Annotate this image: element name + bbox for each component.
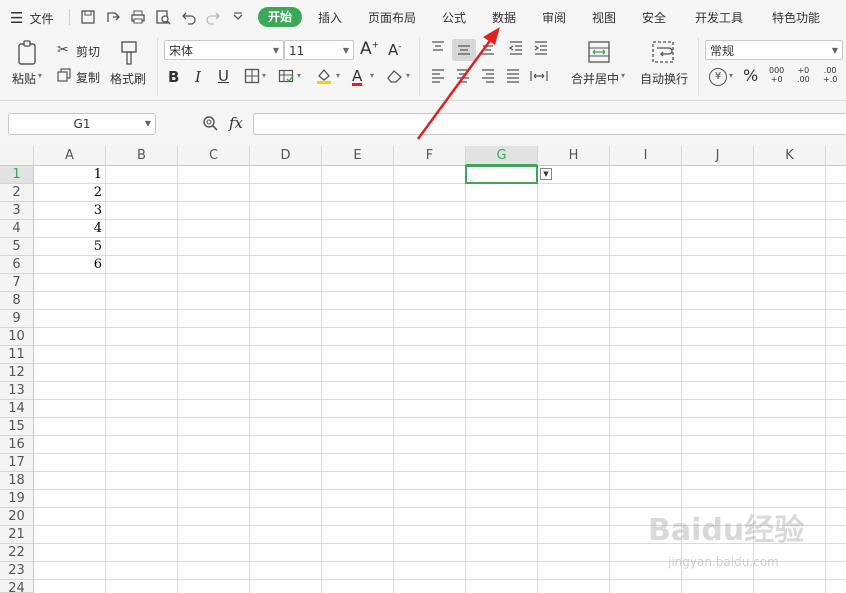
watermark-url: jingyan.baidu.com	[668, 555, 779, 569]
baidu-jingyan-watermark: Baidu经验	[648, 513, 805, 548]
